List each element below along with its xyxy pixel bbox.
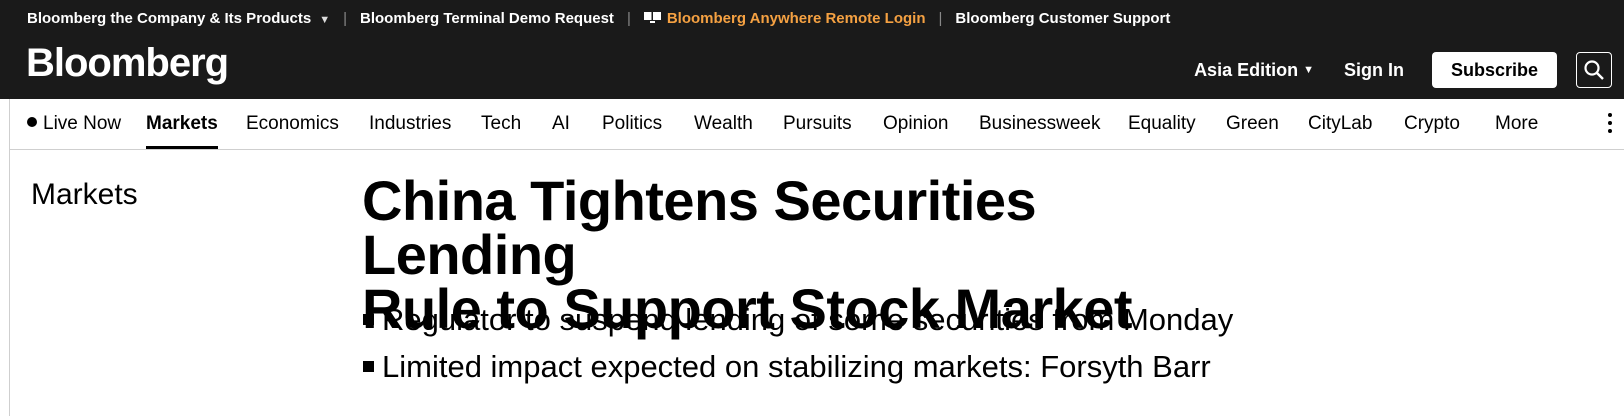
summary-bullet-text: Limited impact expected on stabilizing m… bbox=[382, 349, 1211, 384]
nav-citylab[interactable]: CityLab bbox=[1308, 99, 1372, 149]
summary-bullet: Regulator to suspend lending of some sec… bbox=[362, 296, 1233, 343]
nav-equality[interactable]: Equality bbox=[1128, 99, 1196, 149]
nav-ai[interactable]: AI bbox=[552, 99, 570, 149]
edition-selector[interactable]: Asia Edition ▼ bbox=[1194, 60, 1314, 81]
more-menu-icon[interactable] bbox=[1608, 113, 1612, 137]
article-summary: Regulator to suspend lending of some sec… bbox=[362, 296, 1233, 390]
company-products-label: Bloomberg the Company & Its Products bbox=[27, 9, 312, 27]
chevron-down-icon: ▼ bbox=[1303, 64, 1314, 76]
nav-businessweek[interactable]: Businessweek bbox=[979, 99, 1100, 149]
sign-in-link[interactable]: Sign In bbox=[1344, 60, 1404, 81]
edition-label: Asia Edition bbox=[1194, 59, 1299, 80]
section-nav: Live Now Markets Economics Industries Te… bbox=[9, 99, 1624, 150]
divider: | bbox=[626, 9, 631, 27]
summary-bullet: Limited impact expected on stabilizing m… bbox=[362, 343, 1233, 390]
nav-politics[interactable]: Politics bbox=[602, 99, 662, 149]
nav-live-now[interactable]: Live Now bbox=[27, 99, 121, 149]
anywhere-login-label: Bloomberg Anywhere Remote Login bbox=[666, 9, 926, 27]
terminal-demo-link[interactable]: Bloomberg Terminal Demo Request bbox=[360, 10, 614, 27]
terminal-icon bbox=[643, 11, 661, 23]
nav-opinion[interactable]: Opinion bbox=[883, 99, 949, 149]
nav-crypto[interactable]: Crypto bbox=[1404, 99, 1460, 149]
nav-live-label: Live Now bbox=[43, 113, 122, 134]
nav-tech[interactable]: Tech bbox=[481, 99, 521, 149]
bullet-square-icon bbox=[363, 361, 374, 372]
subscribe-button[interactable]: Subscribe bbox=[1431, 52, 1557, 88]
nav-wealth[interactable]: Wealth bbox=[694, 99, 753, 149]
nav-green[interactable]: Green bbox=[1226, 99, 1279, 149]
search-icon bbox=[1584, 60, 1604, 80]
section-label[interactable]: Markets bbox=[31, 178, 138, 212]
search-button[interactable] bbox=[1576, 52, 1612, 88]
bullet-square-icon bbox=[363, 314, 374, 325]
nav-markets[interactable]: Markets bbox=[146, 99, 218, 149]
summary-bullet-text: Regulator to suspend lending of some sec… bbox=[382, 302, 1234, 337]
top-utility-bar: Bloomberg the Company & Its Products ▼ | … bbox=[0, 0, 1624, 36]
nav-economics[interactable]: Economics bbox=[246, 99, 339, 149]
company-products-link[interactable]: Bloomberg the Company & Its Products ▼ bbox=[27, 10, 330, 27]
header-actions: Asia Edition ▼ Sign In Subscribe bbox=[1194, 51, 1612, 89]
customer-support-link[interactable]: Bloomberg Customer Support bbox=[955, 10, 1170, 27]
nav-more[interactable]: More bbox=[1495, 99, 1538, 149]
anywhere-login-link[interactable]: Bloomberg Anywhere Remote Login bbox=[643, 9, 926, 27]
divider: | bbox=[938, 9, 943, 27]
bloomberg-logo[interactable]: Bloomberg bbox=[26, 41, 229, 86]
main-header: Bloomberg Asia Edition ▼ Sign In Subscrib… bbox=[0, 36, 1624, 99]
article-header: Markets China Tightens Securities Lendin… bbox=[9, 150, 1624, 416]
chevron-down-icon: ▼ bbox=[319, 13, 331, 26]
nav-pursuits[interactable]: Pursuits bbox=[783, 99, 852, 149]
headline-line-1: China Tightens Securities Lending bbox=[362, 169, 1037, 286]
nav-industries[interactable]: Industries bbox=[369, 99, 451, 149]
divider: | bbox=[343, 9, 347, 27]
live-dot-icon bbox=[27, 117, 37, 127]
